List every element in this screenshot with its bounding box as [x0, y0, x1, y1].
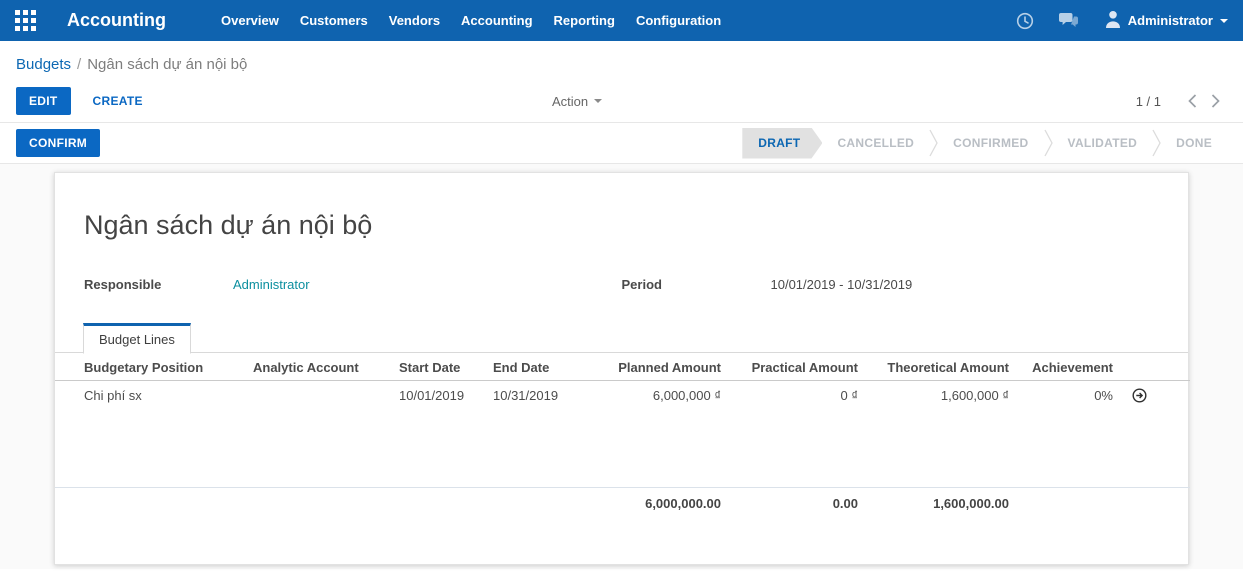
pager-previous-icon[interactable]	[1181, 94, 1204, 108]
period-value: 10/01/2019 - 10/31/2019	[771, 277, 913, 292]
confirm-button[interactable]: CONFIRM	[16, 129, 100, 157]
step-chevron-icon	[1152, 129, 1161, 157]
clock-icon[interactable]	[1016, 12, 1034, 30]
col-achievement[interactable]: Achievement	[1014, 353, 1118, 381]
breadcrumb-parent[interactable]: Budgets	[16, 56, 71, 73]
status-step-validated[interactable]: VALIDATED	[1053, 136, 1153, 150]
avatar-icon	[1105, 10, 1121, 31]
messages-icon[interactable]	[1058, 12, 1079, 29]
cell-planned-amount[interactable]: 6,000,000 ₫	[558, 381, 726, 410]
cell-analytic-account[interactable]	[248, 381, 388, 410]
breadcrumb-separator: /	[77, 56, 81, 73]
step-chevron-icon	[1044, 129, 1053, 157]
status-step-cancelled[interactable]: CANCELLED	[822, 136, 929, 150]
status-step-done[interactable]: DONE	[1161, 136, 1227, 150]
statusbar: CONFIRM DRAFT CANCELLED CONFIRMED VALIDA…	[0, 123, 1243, 163]
col-theoretical-amount[interactable]: Theoretical Amount	[863, 353, 1014, 381]
empty-rows-area	[55, 409, 1190, 487]
top-navbar: Accounting Overview Customers Vendors Ac…	[0, 0, 1243, 41]
cell-open	[1118, 381, 1190, 410]
col-open	[1118, 353, 1190, 381]
responsible-label: Responsible	[84, 277, 233, 292]
app-title[interactable]: Accounting	[67, 10, 166, 31]
status-steps: DRAFT CANCELLED CONFIRMED VALIDATED DONE	[742, 128, 1227, 159]
main-menu: Overview Customers Vendors Accounting Re…	[221, 13, 721, 28]
menu-item-customers[interactable]: Customers	[300, 13, 368, 28]
chevron-down-icon	[1220, 19, 1228, 23]
status-step-confirmed[interactable]: CONFIRMED	[938, 136, 1043, 150]
cell-end-date[interactable]: 10/31/2019	[468, 381, 558, 410]
col-start-date[interactable]: Start Date	[388, 353, 468, 381]
form-sheet: Ngân sách dự án nội bộ Responsible Admin…	[54, 172, 1189, 565]
responsible-field: Responsible Administrator	[84, 277, 622, 292]
control-panel-buttons: EDIT CREATE Action 1 / 1	[0, 80, 1243, 122]
budget-lines-table: Budgetary Position Analytic Account Star…	[55, 353, 1190, 519]
step-chevron-icon	[929, 129, 938, 157]
period-label: Period	[622, 277, 771, 292]
tab-budget-lines[interactable]: Budget Lines	[83, 323, 191, 354]
responsible-value[interactable]: Administrator	[233, 277, 310, 292]
col-practical-amount[interactable]: Practical Amount	[726, 353, 863, 381]
action-dropdown[interactable]: Action	[552, 80, 602, 122]
cell-practical-amount[interactable]: 0 ₫	[726, 381, 863, 410]
fields-row: Responsible Administrator Period 10/01/2…	[84, 277, 1159, 292]
notebook: Budget Lines Budgetary Position Analytic…	[55, 323, 1188, 519]
breadcrumb: Budgets / Ngân sách dự án nội bộ	[0, 41, 1243, 80]
col-budgetary-position[interactable]: Budgetary Position	[55, 353, 248, 381]
total-practical: 0.00	[726, 487, 863, 519]
chevron-down-icon	[594, 99, 602, 103]
cell-theoretical-amount[interactable]: 1,600,000 ₫	[863, 381, 1014, 410]
action-dropdown-label: Action	[552, 94, 588, 109]
menu-item-accounting[interactable]: Accounting	[461, 13, 533, 28]
pager: 1 / 1	[1136, 94, 1227, 109]
table-row[interactable]: Chi phí sx 10/01/2019 10/31/2019 6,000,0…	[55, 381, 1190, 410]
pager-next-icon[interactable]	[1204, 94, 1227, 108]
status-step-draft[interactable]: DRAFT	[742, 128, 822, 159]
apps-grid-icon[interactable]	[15, 10, 36, 31]
table-header-row: Budgetary Position Analytic Account Star…	[55, 353, 1190, 381]
pager-count: 1 / 1	[1136, 94, 1161, 109]
navbar-right: Administrator	[992, 10, 1228, 31]
notebook-tabs: Budget Lines	[55, 323, 1188, 353]
col-end-date[interactable]: End Date	[468, 353, 558, 381]
col-planned-amount[interactable]: Planned Amount	[558, 353, 726, 381]
menu-item-overview[interactable]: Overview	[221, 13, 279, 28]
total-theoretical: 1,600,000.00	[863, 487, 1014, 519]
form-view-background: Ngân sách dự án nội bộ Responsible Admin…	[0, 164, 1243, 569]
col-analytic-account[interactable]: Analytic Account	[248, 353, 388, 381]
create-button[interactable]: CREATE	[87, 93, 149, 109]
cell-budgetary-position[interactable]: Chi phí sx	[55, 381, 248, 410]
user-name: Administrator	[1128, 13, 1213, 28]
open-record-icon[interactable]	[1132, 388, 1147, 403]
table-totals-row: 6,000,000.00 0.00 1,600,000.00	[55, 487, 1190, 519]
menu-item-vendors[interactable]: Vendors	[389, 13, 440, 28]
record-title: Ngân sách dự án nội bộ	[84, 209, 1188, 241]
period-field: Period 10/01/2019 - 10/31/2019	[622, 277, 1160, 292]
total-planned: 6,000,000.00	[558, 487, 726, 519]
breadcrumb-current: Ngân sách dự án nội bộ	[87, 56, 247, 73]
user-menu[interactable]: Administrator	[1105, 10, 1228, 31]
menu-item-configuration[interactable]: Configuration	[636, 13, 721, 28]
cell-start-date[interactable]: 10/01/2019	[388, 381, 468, 410]
cell-achievement[interactable]: 0%	[1014, 381, 1118, 410]
menu-item-reporting[interactable]: Reporting	[554, 13, 615, 28]
edit-button[interactable]: EDIT	[16, 87, 71, 115]
